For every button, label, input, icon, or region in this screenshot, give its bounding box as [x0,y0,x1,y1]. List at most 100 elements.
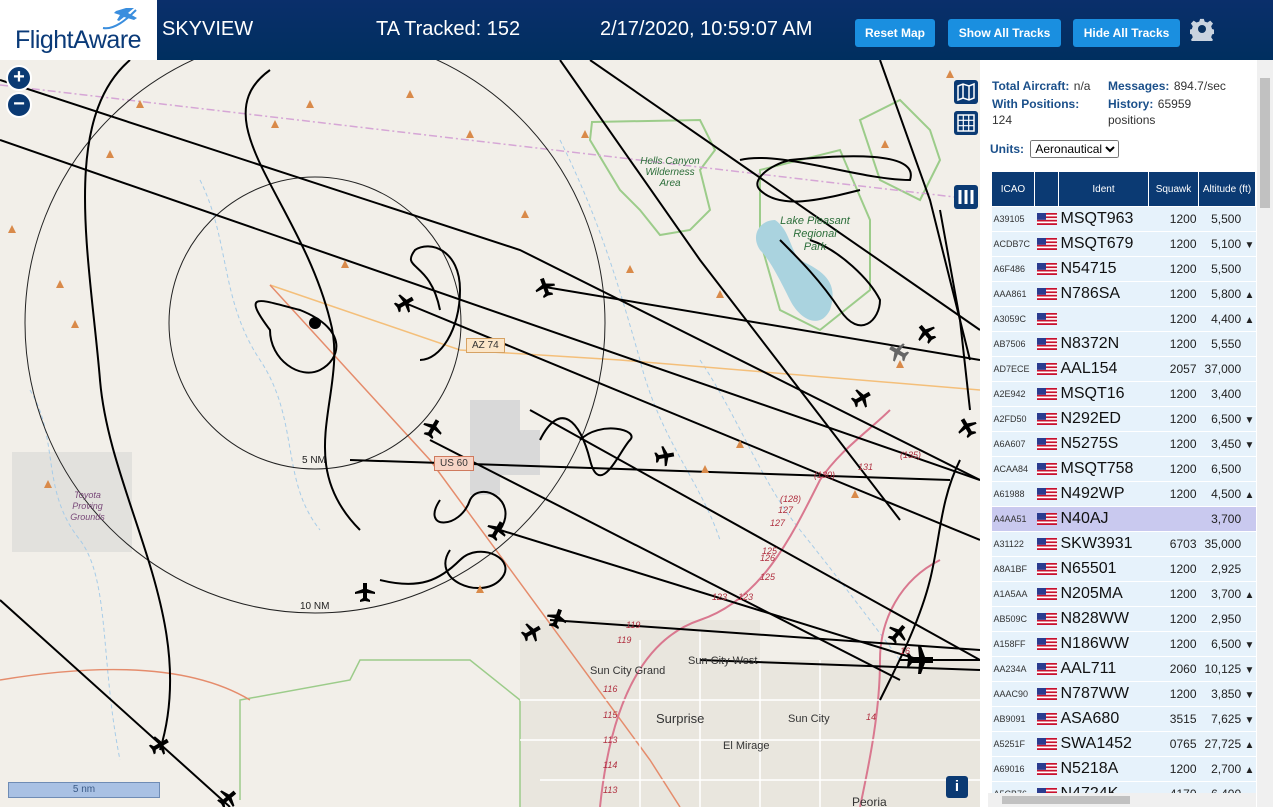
table-row[interactable]: A2E942 MSQT16 1200 3,400 [991,381,1256,407]
us-flag-icon [1036,312,1057,325]
table-row[interactable]: A31122 SKW3931 6703 35,000 [991,531,1256,557]
squawk-cell: 1200 [1148,631,1199,657]
flag-cell [1034,431,1059,457]
table-row[interactable]: A6F486 N54715 1200 5,500 [991,256,1256,282]
messages-value: 894.7/sec [1173,79,1226,93]
units-select[interactable]: Aeronautical [1030,140,1120,158]
us-flag-icon [1036,462,1057,475]
squawk-cell: 1200 [1148,556,1199,582]
table-row[interactable]: A158FF N186WW 1200 6,500 ▼ [991,631,1256,657]
with-positions-value: 124 [992,113,1013,127]
ident-cell: N8372N [1058,331,1149,357]
altitude-trend-icon: ▼ [1244,665,1255,676]
col-icao[interactable]: ICAO [991,171,1035,207]
flag-cell [1034,406,1059,432]
hide-all-tracks-button[interactable]: Hide All Tracks [1073,19,1180,47]
altitude-trend-icon: ▼ [1244,240,1255,251]
col-ident[interactable]: Ident [1058,171,1149,207]
zoom-out-button[interactable]: − [6,92,32,118]
table-row[interactable]: A61988 N492WP 1200 4,500 ▲ [991,481,1256,507]
urban-area [520,620,980,807]
table-row[interactable]: A1A5AA N205MA 1200 3,700 ▲ [991,581,1256,607]
page-title: SKYVIEW [162,18,254,40]
map-layers-button[interactable] [954,80,978,104]
squawk-cell: 1200 [1148,681,1199,707]
reset-map-button[interactable]: Reset Map [855,19,935,47]
us-flag-icon [1036,337,1057,350]
table-row[interactable]: A3059C 1200 4,400 ▲ [991,306,1256,332]
altitude-value: 3,450 [1211,437,1242,451]
table-row[interactable]: AB9091 ASA680 3515 7,625 ▼ [991,706,1256,732]
table-row[interactable]: AA234A AAL711 2060 10,125 ▼ [991,656,1256,682]
table-row[interactable]: AD7ECE AAL154 2057 37,000 [991,356,1256,382]
boundary-line [0,84,980,201]
altitude-cell: 4,400 ▲ [1198,306,1256,332]
table-row[interactable]: ACAA84 MSQT758 1200 6,500 [991,456,1256,482]
icao-cell: A2E942 [991,381,1035,407]
flag-cell [1034,681,1059,707]
lake-pleasant-label: Lake Pleasant Regional Park [780,215,850,253]
altitude-cell: 2,700 ▲ [1198,756,1256,782]
us-flag-icon [1036,637,1057,650]
grid-toggle-button[interactable] [954,111,978,135]
table-row[interactable]: A8A1BF N65501 1200 2,925 [991,556,1256,582]
table-row[interactable]: AAA861 N786SA 1200 5,800 ▲ [991,281,1256,307]
us-flag-icon [1036,412,1057,425]
icao-cell: A61988 [991,481,1035,507]
horizontal-scrollbar[interactable] [988,793,1256,807]
us-flag-icon [1036,387,1057,400]
us-flag-icon [1036,562,1057,575]
table-row[interactable]: ACDB7C MSQT679 1200 5,100 ▼ [991,231,1256,257]
table-row[interactable]: A6A607 N5275S 1200 3,450 ▼ [991,431,1256,457]
scrollbar-thumb[interactable] [1260,78,1270,208]
ident-cell [1058,306,1149,332]
history-value: 65959 [1157,97,1192,111]
gear-icon[interactable] [1190,17,1214,41]
table-row[interactable]: A2FD50 N292ED 1200 6,500 ▼ [991,406,1256,432]
col-flag[interactable] [1034,171,1059,207]
scale-bar: 5 nm [8,782,160,798]
col-altitude[interactable]: Altitude (ft) [1198,171,1256,207]
altitude-value: 37,000 [1204,362,1242,376]
ident-cell: N787WW [1058,681,1149,707]
table-row[interactable]: A39105 MSQT963 1200 5,500 [991,206,1256,232]
flag-cell [1034,231,1059,257]
altitude-value: 5,800 [1211,287,1242,301]
flag-cell [1034,256,1059,282]
horizontal-scrollbar-thumb[interactable] [1002,796,1130,804]
table-row[interactable]: AB7506 N8372N 1200 5,550 [991,331,1256,357]
squawk-cell: 1200 [1148,256,1199,282]
info-button[interactable]: i [946,776,968,798]
map-canvas[interactable] [0,60,980,807]
altitude-value: 5,550 [1211,337,1242,351]
flightaware-logo[interactable]: FlightAware [0,0,157,60]
map-view[interactable]: Hells Canyon Wilderness Area Lake Pleasant… [0,60,980,807]
table-row[interactable]: A5251F SWA1452 0765 27,725 ▲ [991,731,1256,757]
ident-cell: MSQT963 [1058,206,1149,232]
altitude-trend-icon: ▲ [1244,490,1255,501]
icao-cell: A31122 [991,531,1035,557]
ident-cell: SKW3931 [1058,531,1149,557]
zoom-in-button[interactable]: + [6,65,32,91]
ident-cell: N5218A [1058,756,1149,782]
messages-label: Messages: [1108,79,1170,93]
squawk-cell: 1200 [1148,481,1199,507]
us-flag-icon [1036,437,1057,450]
show-all-tracks-button[interactable]: Show All Tracks [948,19,1061,47]
altitude-trend-icon: ▼ [1244,415,1255,426]
history-unit: positions [1108,113,1156,127]
altitude-cell: 3,400 [1198,381,1256,407]
squawk-cell: 2060 [1148,656,1199,682]
table-row[interactable]: AB509C N828WW 1200 2,950 [991,606,1256,632]
col-squawk[interactable]: Squawk [1148,171,1199,207]
table-row[interactable]: A4AA51 N40AJ 3,700 [991,506,1256,532]
table-row[interactable]: AAAC90 N787WW 1200 3,850 ▼ [991,681,1256,707]
brand-name: FlightAware [15,26,142,54]
vertical-scrollbar[interactable] [1257,60,1273,807]
squawk-cell: 1200 [1148,581,1199,607]
us-flag-icon [1036,687,1057,700]
history-label: History: [1108,97,1154,111]
ident-cell: N492WP [1058,481,1149,507]
columns-toggle-button[interactable] [954,185,978,209]
table-row[interactable]: A69016 N5218A 1200 2,700 ▲ [991,756,1256,782]
